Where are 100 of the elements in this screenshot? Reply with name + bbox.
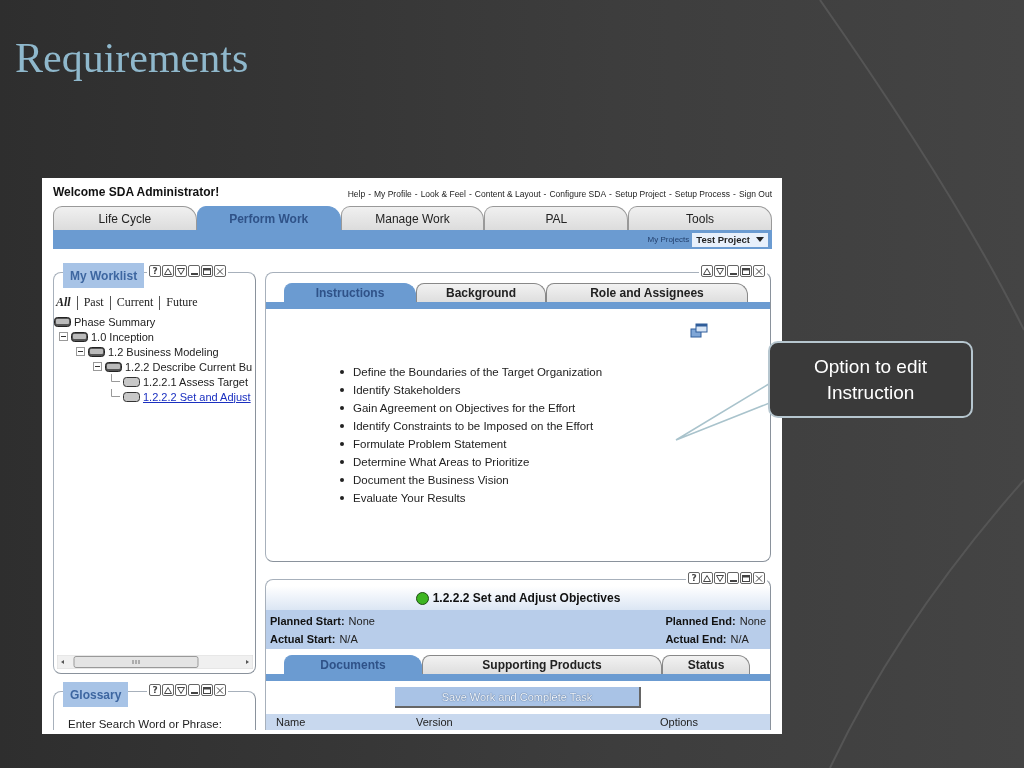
panel-title: Glossary bbox=[63, 682, 129, 707]
close-button[interactable] bbox=[753, 572, 765, 584]
top-link[interactable]: Setup Project bbox=[614, 189, 666, 199]
field-label: Planned Start: bbox=[270, 614, 345, 627]
tree-item[interactable]: 1.2.2 Describe Current Bu bbox=[125, 360, 253, 373]
minimize-icon bbox=[190, 272, 198, 275]
tree-item[interactable]: 1.2.2.2 Set and Adjust bbox=[143, 390, 251, 403]
search-prompt: Enter Search Word or Phrase: bbox=[68, 718, 223, 730]
close-button[interactable] bbox=[214, 684, 226, 696]
tree-item[interactable]: 1.2 Business Modeling bbox=[108, 345, 219, 358]
minimize-button[interactable] bbox=[188, 265, 200, 277]
field-value: N/A bbox=[730, 632, 749, 645]
top-link[interactable]: Content & Layout bbox=[474, 189, 541, 199]
top-link[interactable]: Sign Out bbox=[738, 189, 772, 199]
bullet-icon bbox=[340, 496, 344, 500]
horizontal-scrollbar[interactable] bbox=[57, 655, 253, 669]
move-down-button[interactable] bbox=[714, 265, 726, 277]
field-value: None bbox=[739, 614, 766, 627]
bullet-icon bbox=[340, 442, 344, 446]
close-button[interactable] bbox=[753, 265, 765, 277]
link-separator: - bbox=[414, 189, 418, 199]
collapse-icon[interactable] bbox=[93, 362, 102, 371]
panel-tab[interactable]: Status bbox=[662, 655, 750, 674]
main-tab[interactable]: Tools bbox=[628, 206, 772, 230]
instruction-item: Formulate Problem Statement bbox=[353, 438, 507, 450]
help-button[interactable]: ? bbox=[688, 572, 700, 584]
down-triangle-icon bbox=[177, 686, 185, 694]
main-tab[interactable]: Life Cycle bbox=[53, 206, 197, 230]
up-triangle-icon bbox=[164, 267, 172, 275]
help-button[interactable]: ? bbox=[149, 684, 161, 696]
move-down-button[interactable] bbox=[175, 265, 187, 277]
panel-tab[interactable]: Background bbox=[416, 283, 546, 302]
tree-item[interactable]: 1.0 Inception bbox=[91, 330, 154, 343]
link-separator: - bbox=[609, 189, 612, 199]
callout: Option to edit Instruction bbox=[768, 341, 973, 418]
link-separator: - bbox=[733, 189, 736, 199]
minimize-button[interactable] bbox=[727, 572, 739, 584]
down-triangle-icon bbox=[716, 267, 724, 275]
edit-window-icon[interactable] bbox=[690, 323, 708, 339]
move-up-button[interactable] bbox=[162, 265, 174, 277]
collapse-icon[interactable] bbox=[76, 347, 85, 356]
field-label: Planned End: bbox=[665, 614, 736, 627]
filter-link[interactable]: All bbox=[56, 295, 71, 310]
move-down-button[interactable] bbox=[175, 684, 187, 696]
filter-link[interactable]: Past bbox=[83, 295, 104, 310]
filter-link[interactable]: Future bbox=[166, 295, 198, 310]
maximize-button[interactable] bbox=[201, 684, 213, 696]
panel-tab[interactable]: Supporting Products bbox=[422, 655, 662, 674]
link-separator: - bbox=[368, 189, 371, 199]
phase-icon bbox=[88, 346, 105, 357]
move-up-button[interactable] bbox=[701, 572, 713, 584]
column-header[interactable]: Version bbox=[416, 716, 453, 728]
panel-tab[interactable]: Role and Assignees bbox=[546, 283, 748, 302]
minimize-button[interactable] bbox=[188, 684, 200, 696]
move-up-button[interactable] bbox=[701, 265, 713, 277]
instruction-item: Evaluate Your Results bbox=[353, 492, 466, 504]
main-tab[interactable]: Manage Work bbox=[340, 206, 485, 230]
top-link[interactable]: Help bbox=[347, 189, 366, 199]
column-header[interactable]: Options bbox=[660, 716, 698, 728]
filter-link[interactable]: Current bbox=[116, 295, 154, 310]
field-value: N/A bbox=[339, 632, 358, 645]
task-title: 1.2.2.2 Set and Adjust Objectives bbox=[432, 591, 621, 605]
bullet-icon bbox=[340, 388, 344, 392]
tree-item[interactable]: Phase Summary bbox=[74, 315, 156, 328]
up-triangle-icon bbox=[164, 686, 172, 694]
top-link[interactable]: Look & Feel bbox=[420, 189, 466, 199]
tree-item[interactable]: 1.2.2.1 Assess Target bbox=[143, 375, 248, 388]
column-header[interactable]: Name bbox=[276, 716, 306, 728]
maximize-button[interactable] bbox=[740, 572, 752, 584]
main-tab[interactable]: PAL bbox=[484, 206, 629, 230]
bullet-icon bbox=[340, 370, 344, 374]
maximize-button[interactable] bbox=[740, 265, 752, 277]
phase-icon bbox=[54, 316, 71, 327]
project-dropdown[interactable]: Test Project bbox=[692, 232, 768, 247]
field-value: None bbox=[348, 614, 375, 627]
close-icon bbox=[216, 267, 224, 275]
panel-title: My Worklist bbox=[63, 263, 145, 288]
collapse-icon[interactable] bbox=[59, 332, 68, 341]
top-link[interactable]: Setup Process bbox=[674, 189, 731, 199]
top-link[interactable]: My Profile bbox=[374, 189, 412, 199]
task-icon bbox=[123, 376, 140, 387]
bullet-icon bbox=[340, 406, 344, 410]
task-icon bbox=[123, 391, 140, 402]
top-link[interactable]: Configure SDA bbox=[549, 189, 607, 199]
maximize-icon bbox=[203, 267, 211, 275]
move-up-button[interactable] bbox=[162, 684, 174, 696]
maximize-icon bbox=[203, 686, 211, 694]
down-triangle-icon bbox=[177, 267, 185, 275]
minimize-icon bbox=[729, 579, 737, 582]
move-down-button[interactable] bbox=[714, 572, 726, 584]
help-button[interactable]: ? bbox=[149, 265, 161, 277]
slide-title: Requirements bbox=[15, 34, 249, 82]
instruction-item: Determine What Areas to Prioritize bbox=[353, 456, 530, 468]
maximize-icon bbox=[742, 267, 750, 275]
minimize-button[interactable] bbox=[727, 265, 739, 277]
field-label: Actual End: bbox=[665, 632, 727, 645]
maximize-button[interactable] bbox=[201, 265, 213, 277]
down-triangle-icon bbox=[716, 574, 724, 582]
close-button[interactable] bbox=[214, 265, 226, 277]
bullet-icon bbox=[340, 424, 344, 428]
